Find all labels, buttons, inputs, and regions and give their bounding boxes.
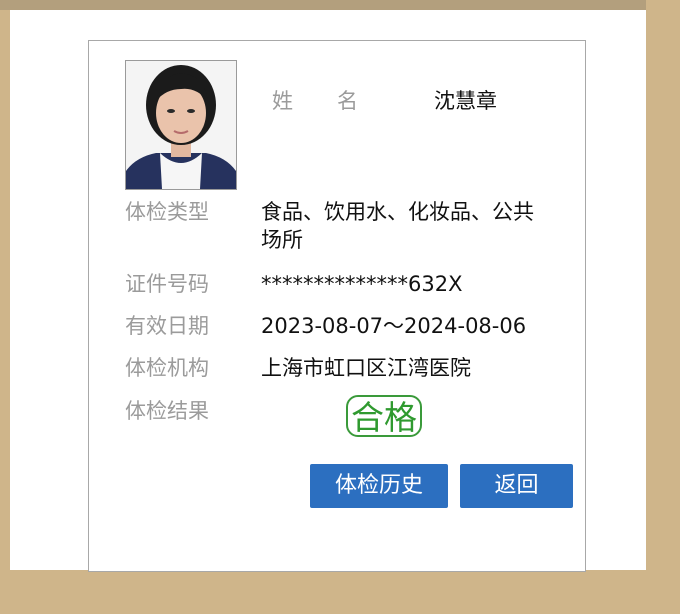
id-photo — [125, 60, 237, 190]
page-background: 姓名 沈慧章 体检类型 食品、饮用水、化妆品、公共场所 证件号码 *******… — [10, 10, 646, 572]
exam-type-label: 体检类型 — [125, 200, 209, 224]
back-button[interactable]: 返回 — [460, 464, 573, 508]
name-value: 沈慧章 — [434, 89, 497, 113]
top-border-strip — [0, 0, 646, 10]
exam-history-button[interactable]: 体检历史 — [310, 464, 448, 508]
result-pass-badge: 合格 — [346, 395, 422, 437]
name-label-char-1: 姓 — [272, 89, 295, 113]
name-label: 姓名 — [272, 87, 360, 115]
id-number-value: **************632X — [261, 272, 463, 296]
validity-value: 2023-08-07～2024-08-06 — [261, 314, 527, 338]
id-number-label: 证件号码 — [125, 272, 209, 296]
health-certificate-card: 姓名 沈慧章 体检类型 食品、饮用水、化妆品、公共场所 证件号码 *******… — [88, 40, 586, 572]
result-label: 体检结果 — [125, 399, 209, 423]
exam-type-value: 食品、饮用水、化妆品、公共场所 — [261, 200, 534, 252]
institution-value: 上海市虹口区江湾医院 — [261, 356, 471, 380]
name-label-char-2: 名 — [337, 89, 360, 113]
institution-label: 体检机构 — [125, 356, 209, 380]
validity-label: 有效日期 — [125, 314, 209, 338]
